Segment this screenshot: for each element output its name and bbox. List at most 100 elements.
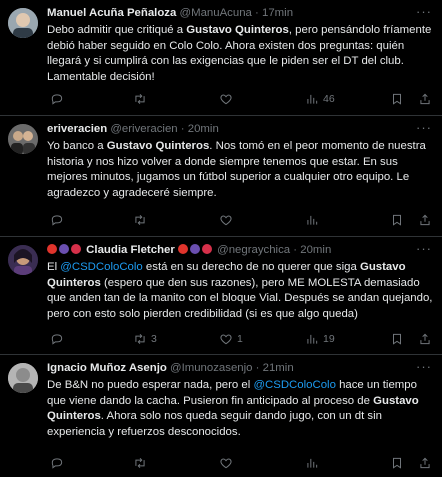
retweet-button[interactable]: 3	[133, 332, 157, 346]
heart-icon	[220, 215, 232, 226]
text-part: De B&N no puedo esperar nada, pero el	[47, 379, 254, 391]
bookmark-button[interactable]	[390, 456, 404, 470]
avatar-photo-icon	[8, 245, 38, 275]
avatar[interactable]	[8, 363, 38, 393]
retweet-icon	[135, 333, 145, 345]
more-options-icon[interactable]: ···	[416, 120, 432, 135]
reply-button[interactable]	[50, 456, 68, 470]
text-bold: Gustavo Quinteros	[106, 140, 210, 152]
display-name[interactable]: Ignacio Muñoz Asenjo	[47, 362, 167, 374]
share-icon	[420, 333, 430, 345]
like-button[interactable]	[219, 92, 237, 106]
text-bold: Gustavo Quinteros	[186, 24, 289, 36]
views-button[interactable]	[305, 456, 323, 470]
reply-icon	[51, 334, 63, 345]
reply-button[interactable]	[50, 332, 68, 346]
view-count: 46	[323, 93, 335, 105]
timestamp[interactable]: 17min	[262, 7, 293, 19]
text-part: Debo admitir que critiqué a	[47, 24, 187, 36]
tweet-text: El @CSDColoColo está en su derecho de no…	[47, 260, 434, 322]
handle[interactable]: @negraychica	[217, 244, 290, 256]
views-button[interactable]	[305, 213, 323, 227]
share-icon	[420, 457, 430, 469]
avatar[interactable]	[8, 8, 38, 38]
handle[interactable]: @Imunozasenjo	[170, 362, 252, 374]
bookmark-button[interactable]	[390, 332, 404, 346]
share-icon	[420, 214, 430, 226]
views-button[interactable]: 19	[305, 332, 335, 346]
bookmark-icon	[393, 214, 401, 226]
tweet-text: Debo admitir que critiqué a Gustavo Quin…	[47, 23, 434, 85]
share-button[interactable]	[418, 213, 432, 227]
share-button[interactable]	[418, 332, 432, 346]
text-part: está en su derecho de no querer que siga	[142, 261, 360, 273]
grapes-emoji-icon	[59, 244, 69, 254]
avatar[interactable]	[8, 245, 38, 275]
like-count: 1	[237, 333, 243, 345]
heart-icon	[220, 334, 232, 345]
more-options-icon[interactable]: ···	[416, 241, 432, 256]
views-button[interactable]: 46	[305, 92, 335, 106]
retweet-icon	[135, 214, 145, 226]
mention-link[interactable]: @CSDColoColo	[60, 261, 142, 273]
more-options-icon[interactable]: ···	[416, 359, 432, 374]
text-part: (espero que den sus razones), pero ME MO…	[47, 276, 433, 320]
text-part: El	[47, 261, 61, 273]
heart-icon	[220, 94, 232, 105]
views-chart-icon	[307, 215, 318, 225]
handle[interactable]: @ManuAcuna	[180, 7, 252, 19]
avatar[interactable]	[8, 124, 38, 154]
separator: ·	[255, 7, 259, 19]
views-chart-icon	[307, 334, 318, 344]
bookmark-icon	[393, 333, 401, 345]
reply-button[interactable]	[50, 213, 68, 227]
red-ball-emoji-icon	[47, 244, 57, 254]
retweet-button[interactable]	[133, 92, 151, 106]
like-button[interactable]: 1	[219, 332, 243, 346]
name-emoji-group	[47, 244, 86, 256]
bookmark-button[interactable]	[390, 213, 404, 227]
tweet-card[interactable]: Ignacio Muñoz Asenjo @Imunozasenjo · 21m…	[0, 355, 442, 477]
separator: ·	[255, 362, 260, 374]
display-name[interactable]: eriveracien	[47, 123, 107, 135]
more-options-icon[interactable]: ···	[416, 4, 432, 19]
bookmark-button[interactable]	[390, 92, 404, 106]
share-icon	[420, 93, 430, 105]
reply-button[interactable]	[50, 92, 68, 106]
reply-icon	[51, 94, 63, 105]
display-name[interactable]: Claudia Fletcher	[86, 244, 175, 256]
views-chart-icon	[307, 458, 318, 468]
timestamp[interactable]: 21min	[263, 362, 294, 374]
like-button[interactable]	[219, 456, 237, 470]
avatar-photo-icon	[8, 363, 38, 393]
display-name[interactable]: Manuel Acuña Peñaloza	[47, 7, 176, 19]
tweet-text: De B&N no puedo esperar nada, pero el @C…	[47, 378, 434, 440]
tweet-card[interactable]: Manuel Acuña Peñaloza @ManuAcuna · 17min…	[0, 0, 442, 116]
reply-icon	[51, 458, 63, 469]
retweet-icon	[135, 93, 145, 105]
tweet-card[interactable]: eriveracien @eriveracien · 20min Yo banc…	[0, 116, 442, 237]
separator: ·	[180, 123, 185, 135]
timestamp[interactable]: 20min	[188, 123, 219, 135]
views-chart-icon	[307, 94, 318, 104]
avatar-photo-icon	[8, 8, 38, 38]
separator: ·	[293, 244, 298, 256]
heart-icon	[220, 458, 232, 469]
view-count: 19	[323, 333, 335, 345]
mention-link[interactable]: @CSDColoColo	[253, 379, 335, 391]
share-button[interactable]	[418, 456, 432, 470]
timestamp[interactable]: 20min	[300, 244, 331, 256]
reply-icon	[51, 215, 63, 226]
handle[interactable]: @eriveracien	[110, 123, 177, 135]
bookmark-icon	[393, 93, 401, 105]
red-ball-emoji-icon	[177, 244, 188, 254]
tweet-card[interactable]: Claudia Fletcher @negraychica · 20min El…	[0, 237, 442, 355]
like-button[interactable]	[219, 213, 237, 227]
name-emoji-group	[175, 244, 217, 256]
share-button[interactable]	[418, 92, 432, 106]
text-part: Yo banco a	[47, 140, 107, 152]
retweet-button[interactable]	[133, 456, 151, 470]
tweet-text: Yo banco a Gustavo Quinteros. Nos tomó e…	[47, 139, 434, 201]
strawberry-emoji-icon	[71, 244, 81, 254]
retweet-button[interactable]	[133, 213, 151, 227]
